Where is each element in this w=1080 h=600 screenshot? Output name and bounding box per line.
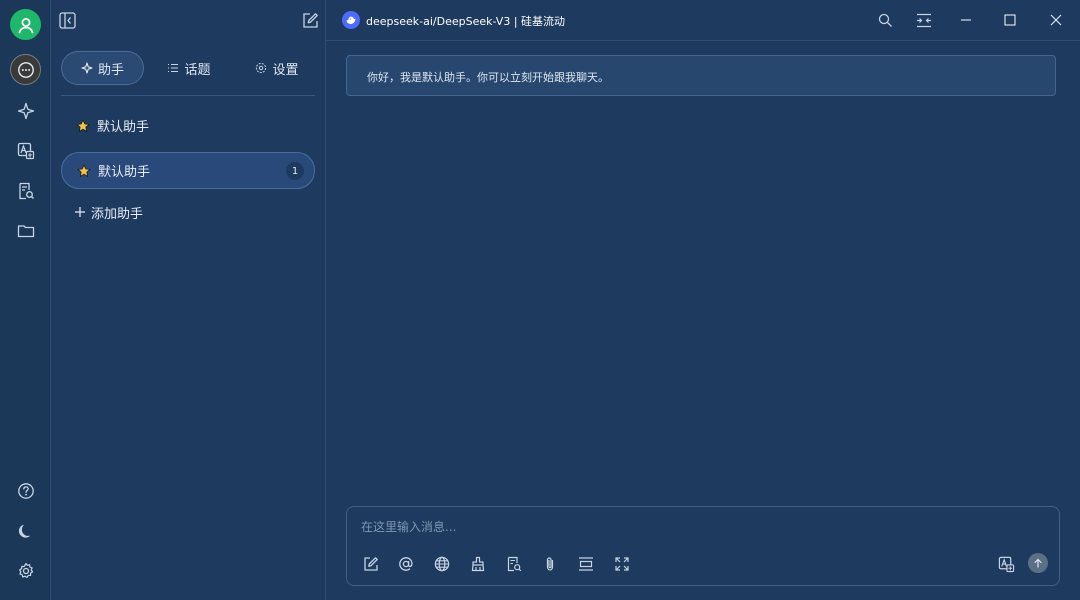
- tab-label: 设置: [272, 62, 299, 78]
- rail-files-button[interactable]: [10, 215, 41, 246]
- sidebar-collapse-icon: [58, 11, 76, 29]
- tab-label: 话题: [184, 62, 211, 78]
- sparkle-icon: [81, 62, 93, 74]
- deepseek-logo-icon: [342, 11, 360, 29]
- tab-topics[interactable]: 话题: [156, 51, 222, 85]
- rail-help-button[interactable]: [10, 475, 41, 506]
- search-icon: [878, 13, 892, 27]
- folder-icon: [17, 224, 34, 237]
- welcome-message: 你好，我是默认助手。你可以立刻开始跟我聊天。: [346, 55, 1056, 96]
- new-chat-button[interactable]: [300, 10, 320, 30]
- rail-chat-button[interactable]: [10, 54, 41, 85]
- chat-bubble-icon: [17, 61, 34, 78]
- image-translate-icon: [998, 556, 1014, 572]
- assistant-name: 默认助手: [98, 165, 151, 180]
- sparkle-icon: [17, 102, 34, 119]
- maximize-icon: [1004, 14, 1016, 26]
- image-translate-icon: [17, 142, 34, 159]
- maximize-button[interactable]: [989, 0, 1031, 40]
- tab-assistants[interactable]: 助手: [61, 51, 144, 85]
- tab-settings[interactable]: 设置: [244, 51, 310, 85]
- gear-icon: [18, 562, 33, 578]
- toggle-sidebar-button[interactable]: [57, 10, 77, 30]
- message-composer: [346, 506, 1060, 586]
- plus-icon: [74, 206, 86, 218]
- globe-icon: [434, 556, 450, 572]
- document-search-icon: [18, 182, 34, 199]
- send-button[interactable]: [1028, 553, 1048, 573]
- topic-count-badge: 1: [286, 162, 304, 180]
- star-icon: [76, 119, 90, 133]
- app-window: 助手 话题 设置 默认助手 默认助手 1 添加助手 deepseek-ai/De…: [0, 0, 1080, 600]
- panel-tabs: 助手 话题 设置: [61, 51, 315, 85]
- icon-rail: [0, 0, 51, 600]
- list-icon: [167, 62, 179, 74]
- mention-model-button[interactable]: [396, 554, 416, 574]
- tab-label: 助手: [97, 62, 124, 78]
- gear-icon: [255, 62, 267, 74]
- user-avatar-icon: [18, 17, 33, 33]
- expand-input-button[interactable]: [576, 554, 596, 574]
- rail-agents-button[interactable]: [10, 95, 41, 126]
- moon-icon: [18, 524, 31, 538]
- rail-knowledge-button[interactable]: [10, 175, 41, 206]
- message-input[interactable]: [361, 517, 1041, 537]
- web-search-button[interactable]: [432, 554, 452, 574]
- collapse-height-icon: [579, 557, 593, 571]
- translate-button[interactable]: [996, 554, 1016, 574]
- arrow-up-icon: [1034, 558, 1042, 568]
- document-search-icon: [507, 556, 522, 572]
- list-item[interactable]: 默认助手: [61, 107, 315, 144]
- panel-divider: [61, 95, 315, 96]
- fullscreen-button[interactable]: [612, 554, 632, 574]
- narrow-mode-button[interactable]: [903, 0, 945, 40]
- fullscreen-icon: [615, 557, 629, 571]
- clear-context-button[interactable]: [468, 554, 488, 574]
- minimize-icon: [961, 19, 971, 21]
- minimize-button[interactable]: [945, 0, 987, 40]
- add-assistant-button[interactable]: 添加助手: [61, 197, 315, 227]
- help-icon: [17, 482, 34, 499]
- close-icon: [1050, 14, 1062, 26]
- rail-theme-button[interactable]: [10, 515, 41, 546]
- rail-settings-button[interactable]: [10, 555, 41, 586]
- paperclip-icon: [546, 557, 554, 571]
- search-button[interactable]: [864, 0, 906, 40]
- expand-width-icon: [917, 13, 931, 27]
- attach-file-button[interactable]: [540, 554, 560, 574]
- list-item[interactable]: 默认助手 1: [61, 152, 315, 189]
- knowledge-base-button[interactable]: [504, 554, 524, 574]
- edit-icon: [364, 557, 378, 571]
- assistant-panel: 助手 话题 设置 默认助手 默认助手 1 添加助手: [51, 0, 326, 600]
- rail-translate-button[interactable]: [10, 135, 41, 166]
- chat-topbar: deepseek-ai/DeepSeek-V3 | 硅基流动: [326, 0, 1080, 41]
- star-icon: [77, 164, 91, 178]
- user-avatar[interactable]: [10, 9, 41, 40]
- at-sign-icon: [399, 557, 413, 571]
- edit-icon: [302, 12, 318, 28]
- close-button[interactable]: [1035, 0, 1077, 40]
- new-topic-button[interactable]: [361, 554, 381, 574]
- broom-icon: [471, 556, 485, 572]
- add-assistant-label: 添加助手: [91, 206, 144, 222]
- assistant-name: 默认助手: [97, 120, 150, 135]
- assistant-list: 默认助手 默认助手 1 添加助手: [61, 107, 315, 227]
- model-title[interactable]: deepseek-ai/DeepSeek-V3 | 硅基流动: [366, 13, 565, 29]
